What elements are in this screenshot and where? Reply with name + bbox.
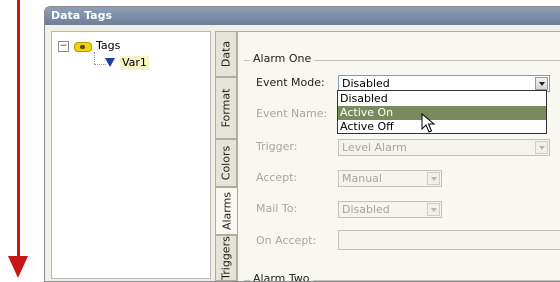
chevron-down-icon xyxy=(427,203,440,216)
red-arrow-shaft xyxy=(17,0,20,258)
tab-colors[interactable]: Colors xyxy=(215,139,237,187)
tab-alarms[interactable]: Alarms xyxy=(215,187,238,235)
tab-format[interactable]: Format xyxy=(215,77,237,139)
alarms-panel: Alarm One Event Mode: Disabled Event Nam… xyxy=(237,31,560,281)
option-active-off[interactable]: Active Off xyxy=(338,120,546,134)
mail-to-label: Mail To: xyxy=(256,202,298,215)
accept-select[interactable]: Manual xyxy=(338,170,442,187)
alarm-two-title: Alarm Two xyxy=(250,272,313,281)
alarm-one-title: Alarm One xyxy=(250,52,315,65)
data-tags-window: Data Tags − Tags Var1 Data Format Colors… xyxy=(44,6,560,282)
tag-tree[interactable]: − Tags Var1 xyxy=(51,31,211,279)
tree-connector xyxy=(94,52,96,64)
tab-triggers[interactable]: Triggers xyxy=(215,235,237,281)
event-mode-label: Event Mode: xyxy=(256,76,325,89)
event-mode-dropdown-list: Disabled Active On Active Off xyxy=(337,90,547,134)
tab-data[interactable]: Data xyxy=(215,31,237,77)
chevron-down-icon xyxy=(535,141,548,154)
vertical-tabs: Data Format Colors Alarms Triggers xyxy=(215,31,238,281)
trigger-select[interactable]: Level Alarm xyxy=(338,139,550,156)
on-accept-label: On Accept: xyxy=(256,234,317,247)
chevron-down-icon xyxy=(427,172,440,185)
option-active-on[interactable]: Active On xyxy=(338,106,546,120)
down-arrow-icon xyxy=(8,256,28,278)
tree-item-var1[interactable]: Var1 xyxy=(120,56,149,70)
event-name-label: Event Name: xyxy=(256,107,328,120)
collapse-icon[interactable]: − xyxy=(58,41,69,52)
option-disabled[interactable]: Disabled xyxy=(338,92,546,106)
mail-to-select[interactable]: Disabled xyxy=(338,201,442,218)
tree-item-tags[interactable]: Tags xyxy=(96,39,120,53)
window-title: Data Tags xyxy=(45,7,560,25)
on-accept-field[interactable] xyxy=(338,230,560,250)
trigger-label: Trigger: xyxy=(256,140,298,153)
tags-folder-icon xyxy=(74,42,92,52)
tag-icon xyxy=(105,58,115,67)
chevron-down-icon[interactable] xyxy=(535,77,548,90)
mouse-pointer-icon xyxy=(421,113,436,133)
accept-label: Accept: xyxy=(256,171,298,184)
